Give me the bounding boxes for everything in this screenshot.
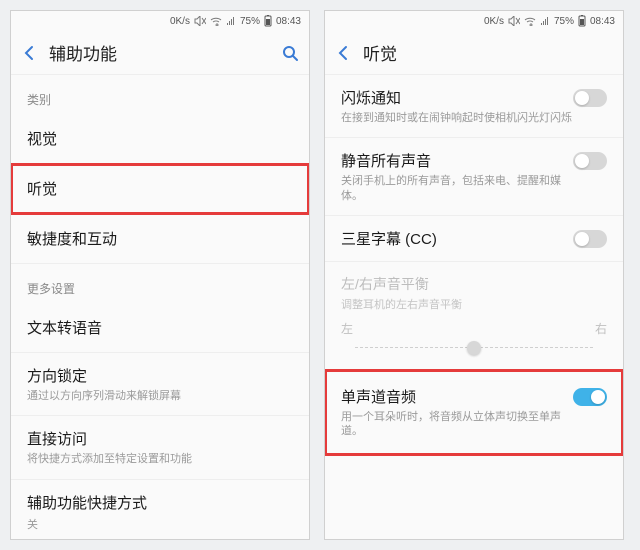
app-bar: 听觉 <box>325 31 623 75</box>
item-dexterity-label: 敏捷度和互动 <box>27 228 293 249</box>
row-balance: 左/右声音平衡 调整耳机的左右声音平衡 左 右 <box>325 262 623 370</box>
signal-icon <box>226 16 236 26</box>
item-shortcut[interactable]: 辅助功能快捷方式 关 <box>11 480 309 539</box>
row-balance-sub: 调整耳机的左右声音平衡 <box>341 296 607 312</box>
phone-right: 0K/s 75% 08:43 听觉 闪烁通知 在接到通知时或在闹钟响起时使相机闪… <box>324 10 624 540</box>
back-icon[interactable] <box>335 44 353 62</box>
section-category: 类别 <box>11 75 309 114</box>
row-flash-sub: 在接到通知时或在闹钟响起时使相机闪光灯闪烁 <box>341 111 573 125</box>
wifi-icon <box>524 16 536 26</box>
row-mono-label: 单声道音频 <box>341 386 573 407</box>
item-direct-access-sub: 将快捷方式添加至特定设置和功能 <box>27 452 293 466</box>
item-direction-lock-sub: 通过以方向序列滑动来解锁屏幕 <box>27 389 293 403</box>
row-mute-sub: 关闭手机上的所有声音，包括来电、提醒和媒体。 <box>341 174 573 203</box>
signal-icon <box>540 16 550 26</box>
search-icon[interactable] <box>281 44 299 62</box>
net-speed: 0K/s <box>170 16 190 27</box>
settings-list: 类别 视觉 听觉 敏捷度和互动 更多设置 文本转语音 方向锁定 通过以方向序列滑… <box>11 75 309 539</box>
battery-pct: 75% <box>240 16 260 27</box>
clock: 08:43 <box>590 16 615 27</box>
item-dexterity[interactable]: 敏捷度和互动 <box>11 214 309 264</box>
item-direct-access-label: 直接访问 <box>27 428 293 449</box>
mute-icon <box>508 16 520 26</box>
row-cc[interactable]: 三星字幕 (CC) <box>325 216 623 262</box>
row-balance-title: 左/右声音平衡 <box>341 274 607 294</box>
toggle-mute[interactable] <box>573 152 607 170</box>
row-mute-label: 静音所有声音 <box>341 150 573 171</box>
net-speed: 0K/s <box>484 16 504 27</box>
item-direct-access[interactable]: 直接访问 将快捷方式添加至特定设置和功能 <box>11 416 309 479</box>
toggle-mono[interactable] <box>573 388 607 406</box>
mute-icon <box>194 16 206 26</box>
item-direction-lock[interactable]: 方向锁定 通过以方向序列滑动来解锁屏幕 <box>11 353 309 416</box>
section-more: 更多设置 <box>11 264 309 303</box>
page-title: 辅助功能 <box>49 40 281 65</box>
status-bar: 0K/s 75% 08:43 <box>325 11 623 31</box>
item-tts[interactable]: 文本转语音 <box>11 303 309 353</box>
item-hearing-label: 听觉 <box>27 178 293 199</box>
balance-thumb <box>467 341 481 355</box>
item-direction-lock-label: 方向锁定 <box>27 365 293 386</box>
balance-left-label: 左 <box>341 320 353 337</box>
status-bar: 0K/s 75% 08:43 <box>11 11 309 31</box>
row-mono-sub: 用一个耳朵听时，将音频从立体声切换至单声道。 <box>341 410 573 439</box>
wifi-icon <box>210 16 222 26</box>
balance-right-label: 右 <box>595 320 607 337</box>
hearing-list: 闪烁通知 在接到通知时或在闹钟响起时使相机闪光灯闪烁 静音所有声音 关闭手机上的… <box>325 75 623 539</box>
item-tts-label: 文本转语音 <box>27 317 293 338</box>
toggle-cc[interactable] <box>573 230 607 248</box>
row-mono[interactable]: 单声道音频 用一个耳朵听时，将音频从立体声切换至单声道。 <box>325 370 623 456</box>
clock: 08:43 <box>276 16 301 27</box>
battery-pct: 75% <box>554 16 574 27</box>
battery-icon <box>264 15 272 27</box>
phone-left: 0K/s 75% 08:43 辅助功能 类别 视觉 听觉 敏捷度和互动 更多设置… <box>10 10 310 540</box>
battery-icon <box>578 15 586 27</box>
item-shortcut-state: 关 <box>27 516 293 532</box>
toggle-flash[interactable] <box>573 89 607 107</box>
back-icon[interactable] <box>21 44 39 62</box>
app-bar: 辅助功能 <box>11 31 309 75</box>
row-mute[interactable]: 静音所有声音 关闭手机上的所有声音，包括来电、提醒和媒体。 <box>325 138 623 216</box>
row-flash-label: 闪烁通知 <box>341 87 573 108</box>
item-hearing[interactable]: 听觉 <box>11 164 309 214</box>
row-cc-label: 三星字幕 (CC) <box>341 228 573 249</box>
item-vision-label: 视觉 <box>27 128 293 149</box>
item-vision[interactable]: 视觉 <box>11 114 309 164</box>
page-title: 听觉 <box>363 40 613 65</box>
row-flash[interactable]: 闪烁通知 在接到通知时或在闹钟响起时使相机闪光灯闪烁 <box>325 75 623 138</box>
balance-slider <box>341 339 607 357</box>
item-shortcut-label: 辅助功能快捷方式 <box>27 492 293 513</box>
